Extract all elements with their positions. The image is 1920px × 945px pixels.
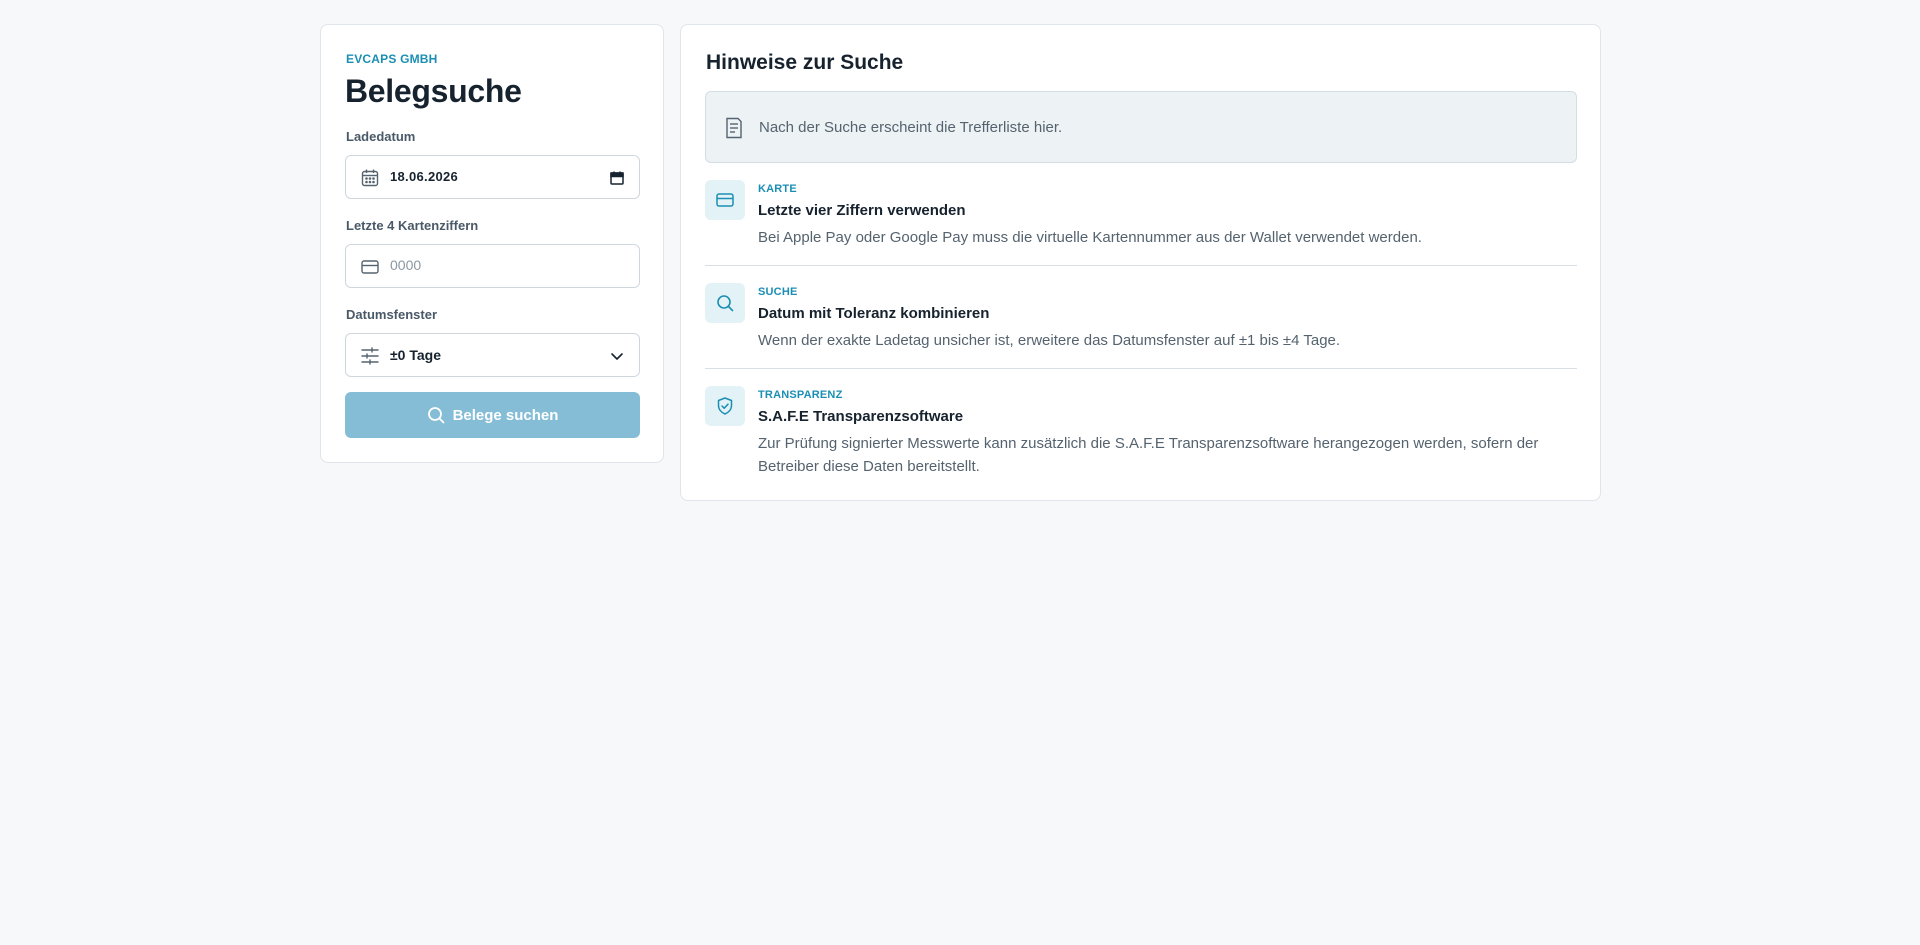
hint-tag: KARTE (758, 183, 797, 195)
date-value: 18.06.2026 (390, 169, 459, 184)
search-icon (717, 295, 734, 312)
hint-text: Bei Apple Pay oder Google Pay muss die v… (758, 229, 1422, 246)
results-placeholder: Nach der Suche erscheint die Trefferlist… (705, 91, 1577, 163)
results-placeholder-text: Nach der Suche erscheint die Trefferlist… (759, 119, 1063, 136)
credit-card-icon (716, 193, 734, 207)
hints-card: Hinweise zur Suche Nach der Suche ersche… (680, 24, 1601, 501)
search-submit-label: Belege suchen (452, 406, 559, 424)
hint-title: Letzte vier Ziffern verwenden (758, 202, 966, 219)
card-digits-field[interactable] (345, 244, 640, 288)
divider (705, 368, 1577, 369)
date-label: Ladedatum (346, 129, 416, 144)
search-card: EVCAPS GMBH Belegsuche Ladedatum 18.06.2… (320, 24, 664, 463)
credit-card-icon (361, 260, 379, 274)
chevron-down-icon (611, 353, 623, 360)
hint-title: Datum mit Toleranz kombinieren (758, 305, 990, 322)
hint-tag: TRANSPARENZ (758, 389, 843, 401)
search-submit-button[interactable]: Belege suchen (345, 392, 640, 438)
hint-icon-box (705, 283, 745, 323)
date-field[interactable]: 18.06.2026 (345, 155, 640, 199)
document-icon (726, 117, 742, 139)
hints-title: Hinweise zur Suche (706, 51, 904, 74)
date-picker-icon[interactable] (609, 170, 625, 186)
divider (705, 265, 1577, 266)
sliders-icon (361, 347, 379, 365)
date-window-value: ±0 Tage (390, 347, 441, 363)
company-name: EVCAPS GMBH (346, 52, 438, 66)
hint-tag: SUCHE (758, 286, 798, 298)
shield-check-icon (717, 397, 733, 415)
card-digits-label: Letzte 4 Kartenziffern (346, 218, 479, 233)
date-window-select[interactable]: ±0 Tage (345, 333, 640, 377)
page-title: Belegsuche (345, 73, 522, 109)
date-window-label: Datumsfenster (346, 307, 438, 322)
hint-text: Wenn der exakte Ladetag unsicher ist, er… (758, 332, 1341, 349)
hint-icon-box (705, 386, 745, 426)
search-icon (427, 407, 444, 424)
hint-icon-box (705, 180, 745, 220)
hint-text: Zur Prüfung signierter Messwerte kann zu… (758, 435, 1539, 475)
card-digits-input[interactable] (390, 257, 620, 273)
calendar-icon (361, 169, 379, 187)
hint-title: S.A.F.E Transparenzsoftware (758, 408, 964, 425)
